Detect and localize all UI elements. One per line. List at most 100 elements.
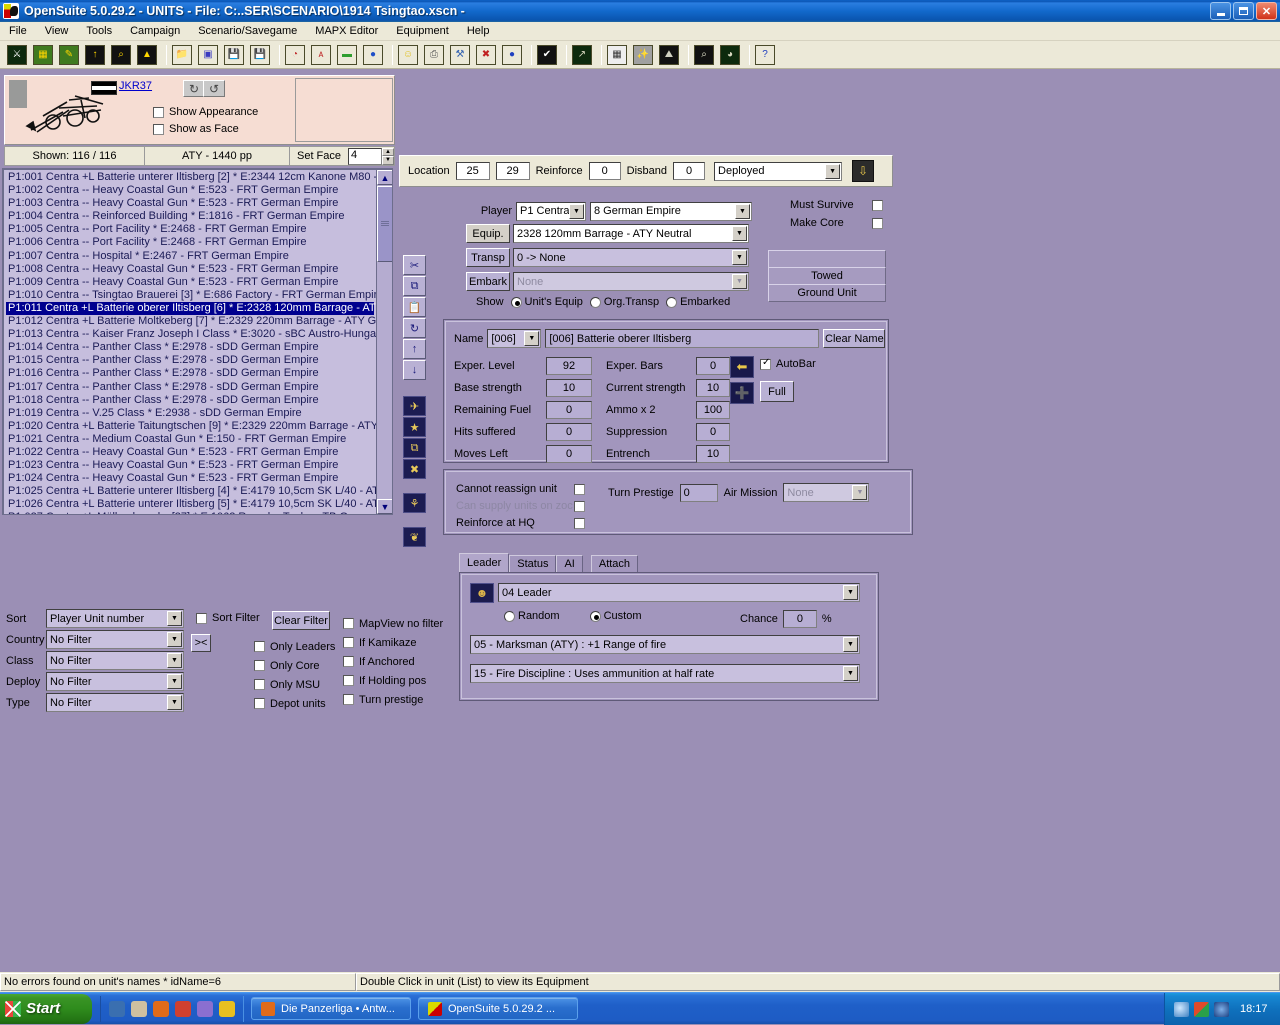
- close-button[interactable]: ✕: [1256, 2, 1277, 20]
- replace-icon[interactable]: ↻: [403, 318, 426, 338]
- taskbar-button-1[interactable]: OpenSuite 5.0.29.2 ...: [418, 997, 578, 1020]
- star-rank-icon[interactable]: ★: [403, 417, 426, 437]
- player-combo[interactable]: P1 Centra ▼: [516, 201, 586, 221]
- messenger-icon[interactable]: [1174, 1001, 1189, 1017]
- unit-list-scrollbar[interactable]: ▲ ▼: [376, 170, 392, 514]
- chevron-down-icon[interactable]: ▼: [732, 226, 747, 241]
- set-face-stepper[interactable]: ▲ ▼: [382, 147, 394, 165]
- chance-input[interactable]: 0: [782, 610, 817, 628]
- find-xxx-icon[interactable]: ⌕: [110, 44, 132, 66]
- unit-list-row[interactable]: P1:015 Centra -- Panther Class * E:2978 …: [6, 354, 374, 367]
- stat-input-2[interactable]: 0: [696, 357, 730, 375]
- unit-list-row[interactable]: P1:023 Centra -- Heavy Coastal Gun * E:5…: [6, 459, 374, 472]
- rotate-cw-icon[interactable]: ↻: [183, 80, 205, 97]
- location-y-input[interactable]: 29: [495, 162, 530, 180]
- name-index-combo[interactable]: [006] ▼: [487, 329, 542, 348]
- tools-hammer-icon[interactable]: ⚒: [449, 44, 471, 66]
- filter-check-only-core[interactable]: Only Core: [254, 656, 335, 675]
- notes-icon[interactable]: ▬: [336, 44, 358, 66]
- maximize-button[interactable]: [1233, 2, 1254, 20]
- transp-button[interactable]: Transp: [466, 248, 510, 267]
- stat-input[interactable]: 0: [546, 401, 592, 419]
- menu-item-file[interactable]: File: [0, 23, 36, 39]
- tab-ai[interactable]: AI: [556, 555, 583, 572]
- unit-list-row[interactable]: P1:007 Centra -- Hospital * E:2467 - FRT…: [6, 250, 374, 263]
- menu-item-view[interactable]: View: [36, 23, 78, 39]
- chevron-down-icon[interactable]: ▼: [735, 203, 750, 219]
- unit-list-row[interactable]: P1:014 Centra -- Panther Class * E:2978 …: [6, 341, 374, 354]
- move-up-icon[interactable]: ↑: [403, 339, 426, 359]
- show-as-face-checkbox[interactable]: Show as Face: [153, 123, 239, 135]
- stat-input-2[interactable]: 10: [696, 379, 730, 397]
- filter-combo-country[interactable]: No Filter ▼: [46, 630, 184, 649]
- equip-button[interactable]: Equip.: [466, 224, 510, 243]
- updates-icon[interactable]: [1194, 1001, 1209, 1017]
- reinforce-at-hq-checkbox[interactable]: Reinforce at HQ: [456, 517, 590, 529]
- equipment-icon[interactable]: ✈: [403, 396, 426, 416]
- firefox-icon[interactable]: [153, 1000, 169, 1017]
- filter-check-if-anchored[interactable]: If Anchored: [343, 652, 443, 671]
- spellcheck-abc-icon[interactable]: ᴀ: [310, 44, 332, 66]
- map-edit-icon[interactable]: ✎: [58, 44, 80, 66]
- tab-leader[interactable]: Leader: [459, 553, 510, 572]
- delete-cross-icon[interactable]: ✖: [475, 44, 497, 66]
- pacman-icon[interactable]: [219, 1000, 235, 1017]
- filter-check-only-leaders[interactable]: Only Leaders: [254, 637, 335, 656]
- app-icon[interactable]: [197, 1000, 213, 1017]
- paint-icon[interactable]: ◔: [284, 44, 306, 66]
- show-appearance-checkbox[interactable]: Show Appearance: [153, 106, 258, 118]
- filter-check-turn-prestige[interactable]: Turn prestige: [343, 690, 443, 709]
- unit-list-row[interactable]: P1:018 Centra -- Panther Class * E:2978 …: [6, 394, 374, 407]
- tab-status[interactable]: Status: [509, 555, 557, 572]
- turn-prestige-input[interactable]: 0: [679, 483, 718, 502]
- menu-item-help[interactable]: Help: [458, 23, 499, 39]
- move-down-icon[interactable]: ↓: [403, 360, 426, 380]
- unit-list-row[interactable]: P1:024 Centra -- Heavy Coastal Gun * E:5…: [6, 472, 374, 485]
- name-input[interactable]: [006] Batterie oberer Iltisberg: [545, 329, 820, 348]
- filter-check-only-msu[interactable]: Only MSU: [254, 675, 335, 694]
- copy-icon[interactable]: ⧉: [403, 276, 426, 296]
- stat-input-2[interactable]: 0: [696, 423, 730, 441]
- unit-list-row[interactable]: P1:013 Centra -- Kaiser Franz Joseph I C…: [6, 328, 382, 341]
- filter-combo-deploy[interactable]: No Filter ▼: [46, 672, 184, 691]
- medal-icon[interactable]: ⚘: [403, 493, 426, 513]
- chevron-down-icon[interactable]: ▼: [167, 695, 182, 710]
- skill-1-combo[interactable]: 05 - Marksman (ATY) : +1 Range of fire ▼: [470, 635, 860, 654]
- unit-list-row[interactable]: P1:026 Centra +L Batterie unterer Iltisb…: [6, 498, 381, 511]
- unit-list[interactable]: P1:001 Centra +L Batterie unterer Iltisb…: [2, 168, 393, 515]
- swap-filter-button[interactable]: ><: [191, 634, 211, 652]
- unit-list-row[interactable]: P1:017 Centra -- Panther Class * E:2978 …: [6, 381, 374, 394]
- stat-input[interactable]: 10: [546, 379, 592, 397]
- edit-icon[interactable]: [109, 1000, 125, 1017]
- clear-filter-button[interactable]: Clear Filter: [272, 611, 330, 630]
- transp-combo[interactable]: 0 -> None ▼: [513, 248, 749, 267]
- save-as-icon[interactable]: 💾: [249, 44, 271, 66]
- reinforce-input[interactable]: 0: [588, 162, 621, 180]
- make-core-checkbox[interactable]: Make Core: [790, 217, 888, 229]
- chevron-down-icon[interactable]: ▼: [825, 163, 841, 179]
- unit-list-row[interactable]: P1:006 Centra -- Port Facility * E:2468 …: [6, 236, 374, 249]
- globe-icon[interactable]: ◕: [719, 44, 741, 66]
- duplicate-icon[interactable]: ⧉: [403, 438, 426, 458]
- taskbar-button-0[interactable]: Die Panzerliga • Antw...: [251, 997, 411, 1020]
- help-icon[interactable]: ?: [754, 44, 776, 66]
- unit-code-link[interactable]: JKR37: [119, 80, 152, 92]
- deploy-state-combo[interactable]: Deployed ▼: [714, 161, 843, 181]
- disband-input[interactable]: 0: [673, 162, 706, 180]
- unit-list-row-selected[interactable]: P1:011 Centra +L Batterie oberer Iltisbe…: [6, 301, 383, 316]
- unit-list-row[interactable]: P1:027 Centra +L Müllerskowsky [37] * E:…: [6, 511, 377, 514]
- chevron-down-icon[interactable]: ▼: [843, 585, 858, 600]
- checkmark-icon[interactable]: ✔: [536, 44, 558, 66]
- unit-list-row[interactable]: P1:009 Centra -- Heavy Coastal Gun * E:5…: [6, 276, 374, 289]
- equip-combo[interactable]: 2328 120mm Barrage - ATY Neutral ▼: [513, 224, 749, 243]
- unit-list-row[interactable]: P1:012 Centra +L Batterie Moltkeberg [7]…: [6, 315, 382, 328]
- open-gui-icon[interactable]: 📁: [171, 44, 193, 66]
- open-file-icon[interactable]: ▣: [197, 44, 219, 66]
- rotate-ccw-icon[interactable]: ↺: [203, 80, 225, 97]
- unit-list-row[interactable]: P1:008 Centra -- Heavy Coastal Gun * E:5…: [6, 263, 374, 276]
- terrain-icon[interactable]: ▲: [136, 44, 158, 66]
- must-survive-checkbox[interactable]: Must Survive: [790, 199, 888, 211]
- delete-unit-icon[interactable]: ✖: [403, 459, 426, 479]
- sort-filter-checkbox[interactable]: Sort Filter: [196, 612, 260, 624]
- filter-check-if-kamikaze[interactable]: If Kamikaze: [343, 633, 443, 652]
